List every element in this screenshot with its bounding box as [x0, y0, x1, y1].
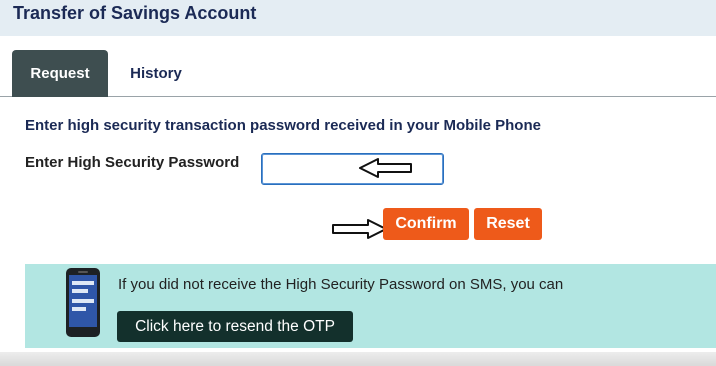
- tab-bar: Request History: [0, 50, 716, 97]
- sms-line: [72, 281, 94, 285]
- password-label: Enter High Security Password: [25, 154, 240, 171]
- footer-bar: [0, 352, 716, 366]
- sms-line: [72, 307, 86, 311]
- page-header: Transfer of Savings Account: [0, 0, 716, 36]
- confirm-button[interactable]: Confirm: [383, 208, 469, 240]
- sms-line: [72, 299, 94, 303]
- arrow-left-icon: [359, 158, 412, 178]
- high-security-password-input[interactable]: [261, 153, 444, 185]
- arrow-right-icon: [332, 219, 387, 239]
- phone-screen: [69, 275, 97, 327]
- phone-speaker: [78, 271, 88, 273]
- instruction-text: Enter high security transaction password…: [25, 117, 541, 134]
- page-title: Transfer of Savings Account: [13, 3, 257, 23]
- mobile-phone-icon: [66, 268, 100, 337]
- tab-history[interactable]: History: [118, 50, 194, 97]
- sms-line: [72, 289, 88, 293]
- otp-message: If you did not receive the High Security…: [118, 276, 564, 293]
- resend-otp-button[interactable]: Click here to resend the OTP: [117, 311, 353, 342]
- tab-request[interactable]: Request: [12, 50, 108, 97]
- reset-button[interactable]: Reset: [474, 208, 542, 240]
